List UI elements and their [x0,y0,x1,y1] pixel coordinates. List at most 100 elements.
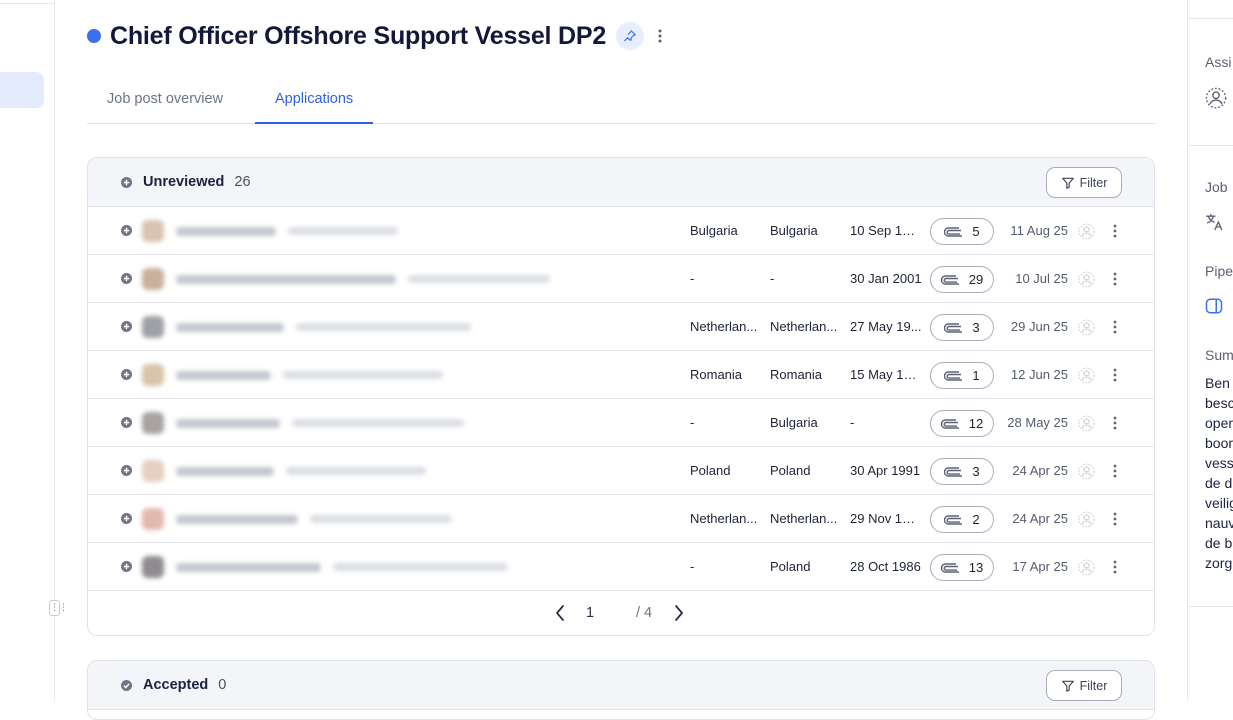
attachments-count: 3 [972,320,980,335]
chevron-left-icon[interactable] [555,604,565,622]
user-icon[interactable] [1078,415,1095,432]
attachments-button[interactable]: 1 [930,362,994,389]
sidebar-divider [0,3,54,4]
status-dot [87,29,101,43]
date-of-birth-cell: 30 Apr 1991 [850,463,921,478]
tab-applications[interactable]: Applications [255,78,374,124]
attachments-count: 13 [968,560,984,575]
date-of-birth-cell: 30 Jan 2001 [850,271,922,286]
table-row[interactable]: Bulgaria Bulgaria 10 Sep 1984 5 11 Aug 2… [88,207,1154,255]
sidebar-layout-icon[interactable] [1205,297,1223,315]
expand-row-icon[interactable] [121,321,132,332]
section-count: 0 [218,677,227,693]
attachments-button[interactable]: 12 [930,410,994,437]
summary-text: Ben besc oper boor vess de d veilig nauv de b zor… [1205,373,1233,573]
check-circle-icon[interactable] [121,680,132,691]
unreviewed-panel: Unreviewed 26 Filter Bulgaria Bulgaria 1… [87,157,1155,636]
attachments-button[interactable]: 5 [930,218,994,245]
residence-cell: Netherlan... [770,319,838,334]
expand-row-icon[interactable] [121,225,132,236]
resize-handle[interactable]: ⋮⋮ [49,600,68,616]
avatar [142,412,164,434]
section-label: Unreviewed [143,174,225,190]
user-icon[interactable] [1078,271,1095,288]
expand-row-icon[interactable] [121,417,132,428]
date-of-birth-cell: 28 Oct 1986 [850,559,921,574]
panel-divider [1188,18,1233,19]
user-icon[interactable] [1078,511,1095,528]
residence-cell: - [770,271,775,286]
attachments-button[interactable]: 29 [930,266,994,293]
summary-line: veilig [1205,495,1233,511]
paperclip-icon [944,370,963,381]
row-more-button[interactable] [1108,269,1122,289]
filter-button[interactable]: Filter [1046,670,1122,701]
attachments-button[interactable]: 3 [930,314,994,341]
table-row[interactable]: Netherlan... Netherlan... 29 Nov 1961 2 … [88,495,1154,543]
summary-line: Ben [1205,375,1230,391]
table-row[interactable]: - - 30 Jan 2001 29 10 Jul 25 [88,255,1154,303]
sidebar-active-item[interactable] [0,72,44,108]
attachments-button[interactable]: 2 [930,506,994,533]
user-icon[interactable] [1205,87,1227,109]
chevron-right-icon[interactable] [674,604,684,622]
attachments-count: 2 [972,512,980,527]
applicant-email-redacted [292,419,464,427]
title-more-button[interactable] [650,22,670,50]
main-content: Chief Officer Offshore Support Vessel DP… [87,0,1155,720]
page-number-input[interactable]: 1 [586,591,594,635]
table-row[interactable]: - Poland 28 Oct 1986 13 17 Apr 25 [88,543,1154,591]
translate-icon[interactable] [1205,212,1225,232]
nationality-cell: Bulgaria [690,223,738,238]
summary-line: zorg [1205,555,1233,571]
expand-row-icon[interactable] [121,513,132,524]
summary-line: besc [1205,395,1233,411]
row-more-button[interactable] [1108,365,1122,385]
row-more-button[interactable] [1108,509,1122,529]
summary-line: oper [1205,415,1233,431]
more-vertical-icon [1113,512,1117,526]
table-row[interactable]: Netherlan... Netherlan... 27 May 19... 3… [88,303,1154,351]
user-icon[interactable] [1078,559,1095,576]
residence-cell: Bulgaria [770,415,818,430]
summary-line: de b [1205,535,1233,551]
row-more-button[interactable] [1108,221,1122,241]
filter-icon [1061,177,1074,189]
row-more-button[interactable] [1108,461,1122,481]
attachments-button[interactable]: 13 [930,554,994,581]
section-count: 26 [234,174,251,190]
pin-button[interactable] [616,22,645,50]
user-icon[interactable] [1078,319,1095,336]
row-more-button[interactable] [1108,413,1122,433]
table-row[interactable]: Poland Poland 30 Apr 1991 3 24 Apr 25 [88,447,1154,495]
applications-list: Bulgaria Bulgaria 10 Sep 1984 5 11 Aug 2… [88,207,1154,591]
table-row[interactable]: Romania Romania 15 May 1985 1 12 Jun 25 [88,351,1154,399]
row-more-button[interactable] [1108,317,1122,337]
attachments-button[interactable]: 3 [930,458,994,485]
avatar [142,316,164,338]
user-icon[interactable] [1078,223,1095,240]
tab-bar: Job post overview Applications [87,78,1155,124]
expand-row-icon[interactable] [121,465,132,476]
collapse-toggle-icon[interactable] [121,177,132,188]
filter-button[interactable]: Filter [1046,167,1122,198]
paperclip-icon [940,274,959,285]
page-title: Chief Officer Offshore Support Vessel DP… [110,21,607,50]
paperclip-icon [940,418,959,429]
applicant-name-redacted [176,467,274,476]
applicant-name-redacted [176,371,271,380]
user-icon[interactable] [1078,367,1095,384]
tab-job-post-overview[interactable]: Job post overview [87,78,243,124]
user-icon[interactable] [1078,463,1095,480]
expand-row-icon[interactable] [121,369,132,380]
more-vertical-icon [1113,368,1117,382]
date-of-birth-cell: - [850,415,855,430]
table-row[interactable]: - Bulgaria - 12 28 May 25 [88,399,1154,447]
row-more-button[interactable] [1108,557,1122,577]
expand-row-icon[interactable] [121,561,132,572]
expand-row-icon[interactable] [121,273,132,284]
unreviewed-header: Unreviewed 26 Filter [88,158,1154,207]
applicant-email-redacted [296,323,471,331]
summary-line: boor [1205,435,1233,451]
section-label: Accepted [143,677,209,693]
